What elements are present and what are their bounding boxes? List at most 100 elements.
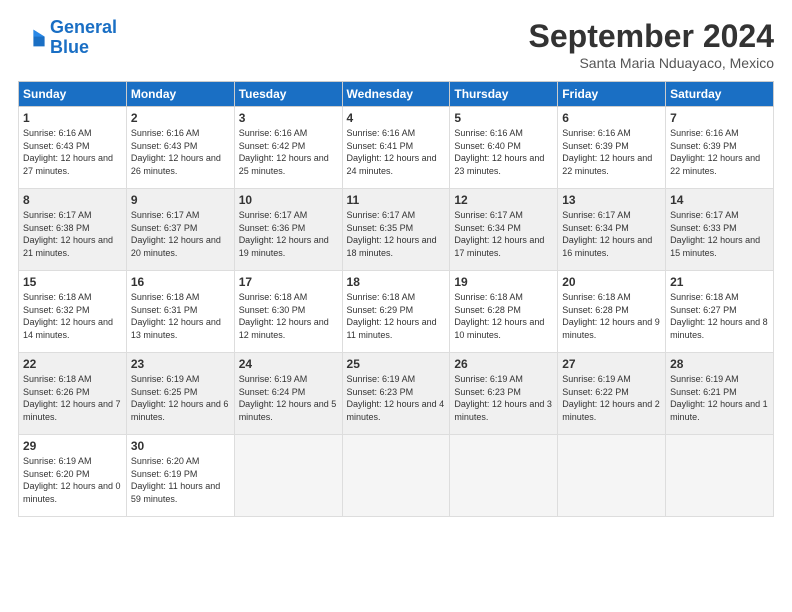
table-row: 14 Sunrise: 6:17 AMSunset: 6:33 PMDayligh… xyxy=(666,189,774,271)
table-row: 13 Sunrise: 6:17 AMSunset: 6:34 PMDayligh… xyxy=(558,189,666,271)
day-number: 14 xyxy=(670,193,769,207)
day-number: 12 xyxy=(454,193,553,207)
table-row xyxy=(558,435,666,517)
day-number: 26 xyxy=(454,357,553,371)
table-row: 1Sunrise: 6:16 AMSunset: 6:43 PMDaylight… xyxy=(19,107,127,189)
logo: General Blue xyxy=(18,18,117,58)
cell-info: Sunrise: 6:18 AMSunset: 6:28 PMDaylight:… xyxy=(454,292,544,340)
cell-info: Sunrise: 6:18 AMSunset: 6:32 PMDaylight:… xyxy=(23,292,113,340)
day-number: 5 xyxy=(454,111,553,125)
col-sunday: Sunday xyxy=(19,82,127,107)
table-row xyxy=(450,435,558,517)
header: General Blue September 2024 Santa Maria … xyxy=(18,18,774,71)
cell-info: Sunrise: 6:18 AMSunset: 6:28 PMDaylight:… xyxy=(562,292,660,340)
page: General Blue September 2024 Santa Maria … xyxy=(0,0,792,612)
cell-info: Sunrise: 6:17 AMSunset: 6:38 PMDaylight:… xyxy=(23,210,113,258)
day-number: 30 xyxy=(131,439,230,453)
cell-info: Sunrise: 6:18 AMSunset: 6:31 PMDaylight:… xyxy=(131,292,221,340)
day-number: 3 xyxy=(239,111,338,125)
cell-info: Sunrise: 6:18 AMSunset: 6:29 PMDaylight:… xyxy=(347,292,437,340)
cell-info: Sunrise: 6:19 AMSunset: 6:21 PMDaylight:… xyxy=(670,374,768,422)
cell-info: Sunrise: 6:19 AMSunset: 6:20 PMDaylight:… xyxy=(23,456,121,504)
cell-info: Sunrise: 6:19 AMSunset: 6:23 PMDaylight:… xyxy=(347,374,445,422)
col-wednesday: Wednesday xyxy=(342,82,450,107)
day-number: 7 xyxy=(670,111,769,125)
table-row: 29 Sunrise: 6:19 AMSunset: 6:20 PMDayligh… xyxy=(19,435,127,517)
day-number: 8 xyxy=(23,193,122,207)
day-number: 10 xyxy=(239,193,338,207)
day-number: 18 xyxy=(347,275,446,289)
day-number: 29 xyxy=(23,439,122,453)
col-friday: Friday xyxy=(558,82,666,107)
table-row xyxy=(666,435,774,517)
calendar-week-row: 29 Sunrise: 6:19 AMSunset: 6:20 PMDayligh… xyxy=(19,435,774,517)
table-row xyxy=(234,435,342,517)
table-row: 27Sunrise: 6:19 AMSunset: 6:22 PMDayligh… xyxy=(558,353,666,435)
cell-info: Sunrise: 6:16 AMSunset: 6:42 PMDaylight:… xyxy=(239,128,329,176)
cell-info: Sunrise: 6:16 AMSunset: 6:43 PMDaylight:… xyxy=(131,128,221,176)
cell-info: Sunrise: 6:17 AMSunset: 6:36 PMDaylight:… xyxy=(239,210,329,258)
calendar-week-row: 8 Sunrise: 6:17 AMSunset: 6:38 PMDaylight… xyxy=(19,189,774,271)
cell-info: Sunrise: 6:17 AMSunset: 6:34 PMDaylight:… xyxy=(562,210,652,258)
col-saturday: Saturday xyxy=(666,82,774,107)
col-tuesday: Tuesday xyxy=(234,82,342,107)
cell-info: Sunrise: 6:18 AMSunset: 6:26 PMDaylight:… xyxy=(23,374,121,422)
table-row: 26 Sunrise: 6:19 AMSunset: 6:23 PMDayligh… xyxy=(450,353,558,435)
col-thursday: Thursday xyxy=(450,82,558,107)
day-number: 19 xyxy=(454,275,553,289)
day-number: 22 xyxy=(23,357,122,371)
table-row: 24Sunrise: 6:19 AMSunset: 6:24 PMDayligh… xyxy=(234,353,342,435)
location-subtitle: Santa Maria Nduayaco, Mexico xyxy=(529,55,774,71)
table-row: 2 Sunrise: 6:16 AMSunset: 6:43 PMDaylight… xyxy=(126,107,234,189)
day-number: 11 xyxy=(347,193,446,207)
calendar-header-row: Sunday Monday Tuesday Wednesday Thursday… xyxy=(19,82,774,107)
day-number: 17 xyxy=(239,275,338,289)
cell-info: Sunrise: 6:19 AMSunset: 6:24 PMDaylight:… xyxy=(239,374,337,422)
table-row: 25 Sunrise: 6:19 AMSunset: 6:23 PMDayligh… xyxy=(342,353,450,435)
day-number: 9 xyxy=(131,193,230,207)
logo-icon xyxy=(18,24,46,52)
day-number: 6 xyxy=(562,111,661,125)
calendar-table: Sunday Monday Tuesday Wednesday Thursday… xyxy=(18,81,774,517)
table-row: 18 Sunrise: 6:18 AMSunset: 6:29 PMDayligh… xyxy=(342,271,450,353)
cell-info: Sunrise: 6:17 AMSunset: 6:33 PMDaylight:… xyxy=(670,210,760,258)
logo-line1: General xyxy=(50,17,117,37)
cell-info: Sunrise: 6:18 AMSunset: 6:30 PMDaylight:… xyxy=(239,292,329,340)
table-row: 20 Sunrise: 6:18 AMSunset: 6:28 PMDayligh… xyxy=(558,271,666,353)
table-row: 11Sunrise: 6:17 AMSunset: 6:35 PMDayligh… xyxy=(342,189,450,271)
cell-info: Sunrise: 6:16 AMSunset: 6:41 PMDaylight:… xyxy=(347,128,437,176)
day-number: 20 xyxy=(562,275,661,289)
day-number: 28 xyxy=(670,357,769,371)
table-row: 22 Sunrise: 6:18 AMSunset: 6:26 PMDayligh… xyxy=(19,353,127,435)
cell-info: Sunrise: 6:19 AMSunset: 6:23 PMDaylight:… xyxy=(454,374,552,422)
day-number: 1 xyxy=(23,111,122,125)
table-row: 10 Sunrise: 6:17 AMSunset: 6:36 PMDayligh… xyxy=(234,189,342,271)
logo-line2: Blue xyxy=(50,38,117,58)
table-row: 7 Sunrise: 6:16 AMSunset: 6:39 PMDaylight… xyxy=(666,107,774,189)
table-row: 5 Sunrise: 6:16 AMSunset: 6:40 PMDaylight… xyxy=(450,107,558,189)
calendar-week-row: 22 Sunrise: 6:18 AMSunset: 6:26 PMDayligh… xyxy=(19,353,774,435)
calendar-week-row: 1 Sunrise: 6:16 AMSunset: 6:43 PMDaylight… xyxy=(19,107,774,189)
table-row: 28 Sunrise: 6:19 AMSunset: 6:21 PMDayligh… xyxy=(666,353,774,435)
table-row: 15 Sunrise: 6:18 AMSunset: 6:32 PMDayligh… xyxy=(19,271,127,353)
day-number: 4 xyxy=(347,111,446,125)
logo-text: General Blue xyxy=(50,18,117,58)
table-row: 19 Sunrise: 6:18 AMSunset: 6:28 PMDayligh… xyxy=(450,271,558,353)
day-number: 25 xyxy=(347,357,446,371)
col-monday: Monday xyxy=(126,82,234,107)
day-number: 13 xyxy=(562,193,661,207)
calendar-week-row: 15 Sunrise: 6:18 AMSunset: 6:32 PMDayligh… xyxy=(19,271,774,353)
cell-info: Sunrise: 6:20 AMSunset: 6:19 PMDaylight:… xyxy=(131,456,220,504)
day-number: 15 xyxy=(23,275,122,289)
table-row: 17 Sunrise: 6:18 AMSunset: 6:30 PMDayligh… xyxy=(234,271,342,353)
day-number: 2 xyxy=(131,111,230,125)
cell-info: Sunrise: 6:19 AMSunset: 6:25 PMDaylight:… xyxy=(131,374,229,422)
table-row: 3 Sunrise: 6:16 AMSunset: 6:42 PMDaylight… xyxy=(234,107,342,189)
day-number: 16 xyxy=(131,275,230,289)
cell-info: Sunrise: 6:16 AMSunset: 6:40 PMDaylight:… xyxy=(454,128,544,176)
cell-info: Sunrise: 6:16 AMSunset: 6:39 PMDaylight:… xyxy=(670,128,760,176)
cell-info: Sunrise: 6:17 AMSunset: 6:34 PMDaylight:… xyxy=(454,210,544,258)
cell-info: Sunrise: 6:19 AMSunset: 6:22 PMDaylight:… xyxy=(562,374,660,422)
table-row: 4 Sunrise: 6:16 AMSunset: 6:41 PMDaylight… xyxy=(342,107,450,189)
month-title: September 2024 xyxy=(529,18,774,55)
